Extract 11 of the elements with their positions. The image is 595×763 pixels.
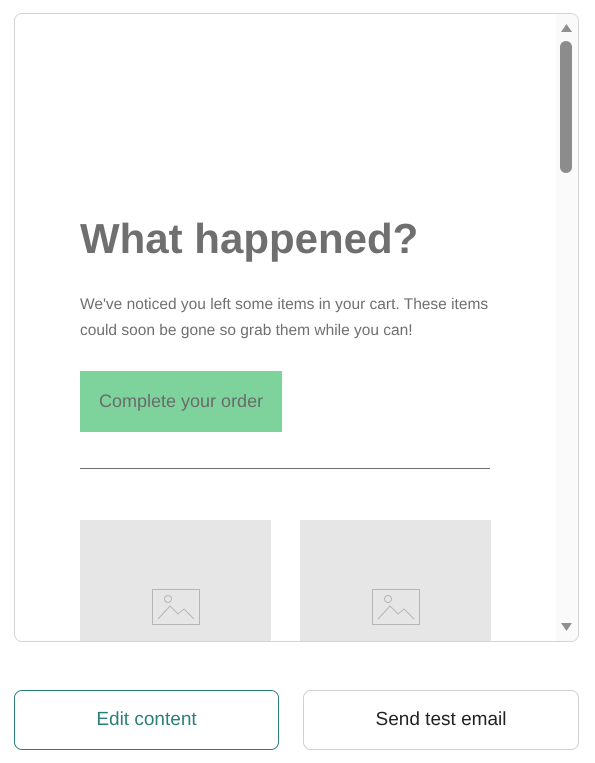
email-heading: What happened?: [80, 214, 420, 264]
scroll-down-icon[interactable]: [561, 623, 572, 631]
image-icon: [152, 589, 200, 626]
complete-order-button[interactable]: Complete your order: [80, 371, 282, 432]
scrollbar-thumb[interactable]: [560, 41, 572, 173]
scroll-up-icon[interactable]: [561, 24, 572, 32]
email-body-text: We've noticed you left some items in your cart. These items could soon be gone so grab them while you can!: [80, 295, 490, 342]
send-test-email-button[interactable]: Send test email: [303, 690, 579, 750]
edit-content-button[interactable]: Edit content: [14, 690, 279, 750]
scrollbar[interactable]: [556, 14, 578, 641]
image-icon: [372, 589, 420, 626]
